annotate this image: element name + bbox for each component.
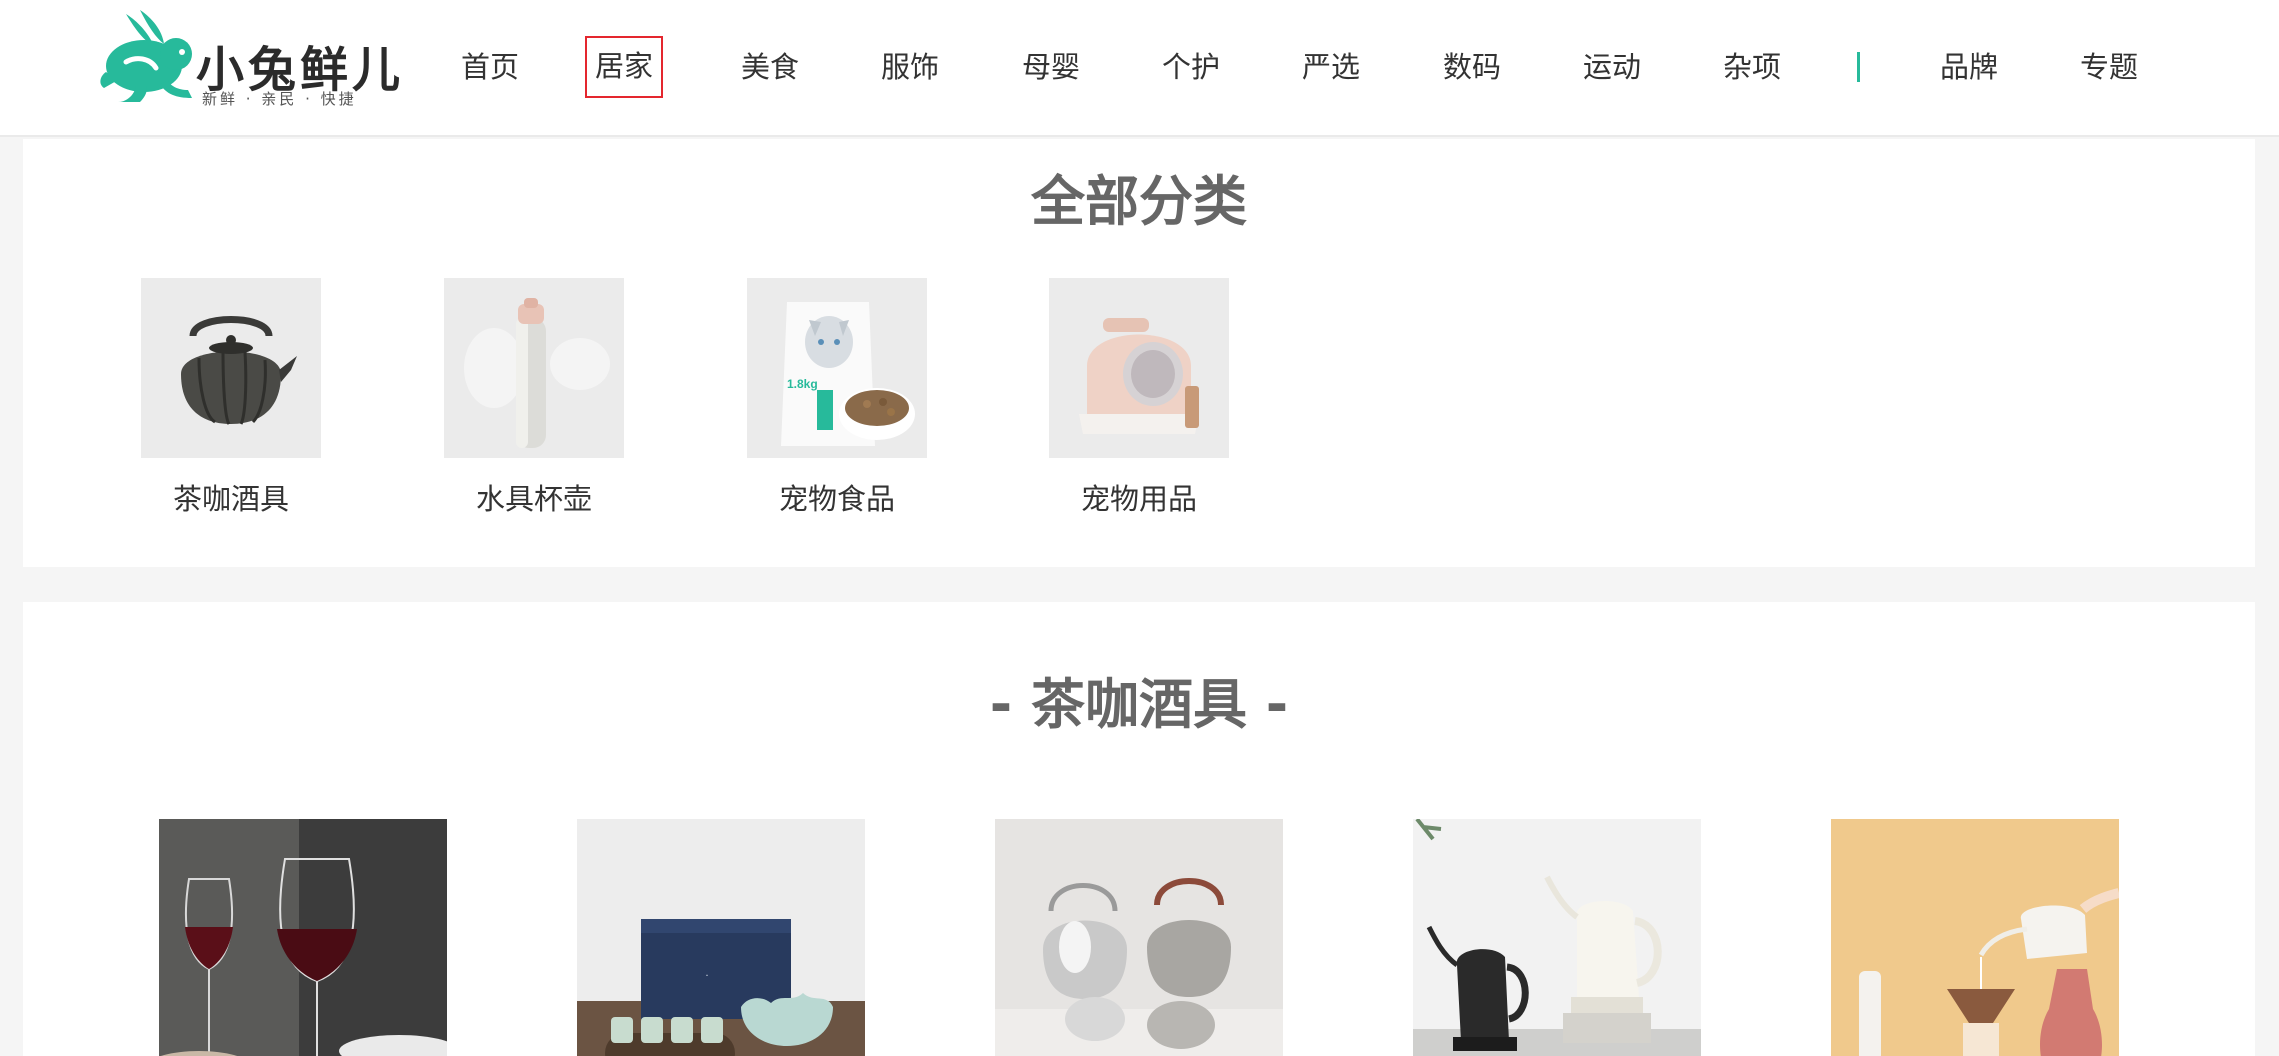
nav-item-home[interactable]: 首页 xyxy=(461,44,519,90)
svg-text:1.8kg: 1.8kg xyxy=(787,377,818,391)
nav-item-apparel[interactable]: 服饰 xyxy=(881,44,939,90)
svg-text:·: · xyxy=(705,968,709,982)
category-label: 宠物用品 xyxy=(1080,482,1197,516)
category-label: 水具杯壶 xyxy=(475,482,592,516)
logo-slogan: 新鲜 · 亲民 · 快捷 xyxy=(202,90,357,108)
category-item-pet-food[interactable]: 1.8kg 宠物食品 xyxy=(747,278,927,518)
nav-item-misc[interactable]: 杂项 xyxy=(1723,44,1781,90)
nav-item-sports[interactable]: 运动 xyxy=(1583,44,1641,90)
silver-teapots-image xyxy=(995,819,1283,1056)
product-card[interactable] xyxy=(995,819,1283,1056)
nav-item-food[interactable]: 美食 xyxy=(741,44,799,90)
electric-kettles-image xyxy=(1413,819,1701,1056)
product-card[interactable] xyxy=(1831,819,2119,1056)
all-categories-title: 全部分类 xyxy=(1031,170,1247,233)
product-card[interactable]: · xyxy=(577,819,865,1056)
nav-item-digital[interactable]: 数码 xyxy=(1443,44,1501,90)
nav-item-personal-care[interactable]: 个护 xyxy=(1162,44,1220,90)
pour-over-kettle-image xyxy=(1831,819,2119,1056)
wine-glasses-image xyxy=(159,819,447,1056)
category-item-water-cups[interactable]: 水具杯壶 xyxy=(444,278,624,518)
nav-item-topics[interactable]: 专题 xyxy=(2080,44,2138,90)
category-label: 宠物食品 xyxy=(778,482,895,516)
top-header: 小兔鲜儿 新鲜 · 亲民 · 快捷 首页 居家 美食 服饰 母婴 个护 严选 数… xyxy=(0,0,2279,137)
cat-litter-box-image xyxy=(1049,278,1229,458)
product-card[interactable] xyxy=(1413,819,1701,1056)
tea-section-title: - 茶咖酒具 - xyxy=(989,673,1289,736)
teapot-image xyxy=(141,278,321,458)
logo[interactable]: 小兔鲜儿 新鲜 · 亲民 · 快捷 xyxy=(96,6,400,108)
tea-coffee-section: - 茶咖酒具 - · xyxy=(23,602,2255,1056)
cat-food-bag-image: 1.8kg xyxy=(747,278,927,458)
category-item-tea-coffee[interactable]: 茶咖酒具 xyxy=(141,278,321,518)
nav-item-home-living[interactable]: 居家 xyxy=(585,36,664,98)
category-item-pet-supplies[interactable]: 宠物用品 xyxy=(1049,278,1229,518)
nav-divider xyxy=(1857,52,1860,82)
product-card[interactable] xyxy=(159,819,447,1056)
rabbit-logo-icon xyxy=(100,10,192,102)
nav-item-selected[interactable]: 严选 xyxy=(1302,44,1360,90)
nav-item-baby[interactable]: 母婴 xyxy=(1022,44,1080,90)
all-categories-panel: 全部分类 茶咖酒具 水具杯壶 1.8kg 宠物食品 宠物用品 xyxy=(23,139,2255,567)
thermos-bottle-image xyxy=(444,278,624,458)
tea-cup-gift-set-image: · xyxy=(577,819,865,1056)
category-label: 茶咖酒具 xyxy=(172,482,289,516)
nav-item-brands[interactable]: 品牌 xyxy=(1940,44,1998,90)
